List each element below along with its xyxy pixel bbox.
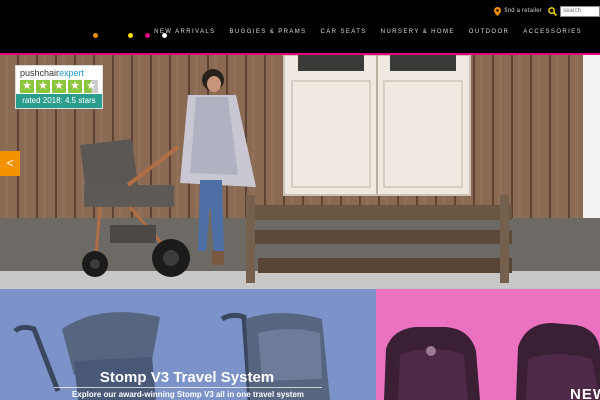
review-badge[interactable]: pushchairexpert ★ ★ ★ ★ ★ rated 2018: 4.… [15,65,103,109]
nav-outdoor[interactable]: outdoor [469,29,509,35]
car-seat-illustration [384,323,600,400]
nav-accessories[interactable]: accessories [523,29,582,35]
logo-dot-yellow [128,33,133,38]
star-icon: ★ [20,80,34,93]
star-icon: ★ [52,80,66,93]
hero-carousel[interactable]: pushchairexpert ★ ★ ★ ★ ★ rated 2018: 4.… [0,55,600,289]
search-input[interactable] [560,5,600,17]
star-icon: ★ [68,80,82,93]
store-finder-link[interactable]: find a retailer [494,6,542,16]
site-header: find a retailer new arrivals buggies & p… [0,0,600,55]
main-nav: new arrivals buggies & prams car seats n… [154,29,582,35]
new-label: NEW [570,386,600,400]
rating-text: rated 2018: 4.5 stars [16,94,102,108]
nav-buggies-prams[interactable]: buggies & prams [230,29,307,35]
star-icon: ★ [36,80,50,93]
promo-tile-car-seats[interactable]: NEW [376,289,600,400]
utility-bar: find a retailer [494,4,600,18]
promo-divider [54,387,322,388]
reviewer-name-plain: pushchair [20,68,60,78]
logo-dot-orange [93,33,98,38]
search-box [548,5,600,17]
search-icon[interactable] [548,6,557,16]
half-star-icon: ★ [84,80,98,93]
logo-dot-pink [145,33,150,38]
store-finder-label: find a retailer [504,8,542,14]
promo-tile-stomp-v3[interactable]: Stomp V3 Travel System Explore our award… [0,289,376,400]
carousel-prev-button[interactable]: < [0,151,20,176]
nav-new-arrivals[interactable]: new arrivals [154,29,215,35]
reviewer-logo: pushchairexpert [20,68,84,78]
promo-title: Stomp V3 Travel System [99,369,275,386]
nav-nursery-home[interactable]: nursery & home [381,29,455,35]
reviewer-name-accent: expert [59,68,85,78]
nav-car-seats[interactable]: car seats [321,29,367,35]
location-pin-icon [494,6,502,16]
promo-subtitle: Explore our award-winning Stomp V3 all i… [71,390,305,399]
star-rating: ★ ★ ★ ★ ★ [20,80,98,93]
